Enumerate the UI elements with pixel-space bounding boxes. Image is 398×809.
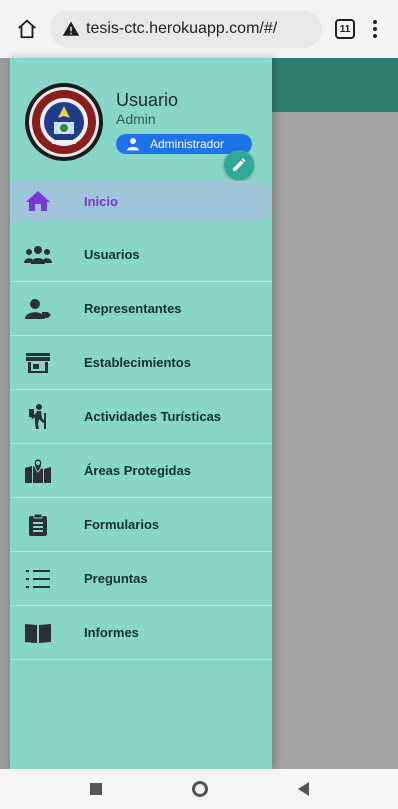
nav-label: Áreas Protegidas xyxy=(84,463,191,478)
recents-button[interactable] xyxy=(89,783,102,795)
person-icon xyxy=(127,138,139,151)
home-system-button[interactable] xyxy=(191,781,208,797)
more-menu-button[interactable] xyxy=(362,12,388,46)
nav-item-informes[interactable]: Informes xyxy=(10,606,272,660)
hiking-icon xyxy=(24,403,52,431)
url-text: tesis-ctc.herokuapp.com/#/ xyxy=(86,20,278,37)
back-button[interactable] xyxy=(297,782,309,796)
map-pin-icon xyxy=(24,457,52,485)
nav-item-establecimientos[interactable]: Establecimientos xyxy=(10,336,272,390)
role-badge-label: Administrador xyxy=(150,137,225,151)
home-button[interactable] xyxy=(10,12,44,46)
book-icon xyxy=(24,619,52,647)
nav-label: Actividades Turísticas xyxy=(84,409,222,424)
nav-item-inicio[interactable]: Inicio xyxy=(10,181,272,221)
nav-label: Representantes xyxy=(84,301,182,316)
dot-icon xyxy=(373,34,377,38)
nav-item-formularios[interactable]: Formularios xyxy=(10,498,272,552)
app-area: Usuario Admin Administrador Inicio Usuar… xyxy=(0,58,398,769)
pencil-icon xyxy=(233,158,246,171)
nav-item-areas-protegidas[interactable]: Áreas Protegidas xyxy=(10,444,272,498)
navigation-drawer: Usuario Admin Administrador Inicio Usuar… xyxy=(10,58,272,769)
tab-count: 11 xyxy=(335,19,355,39)
user-name: Usuario xyxy=(116,90,179,110)
list-icon xyxy=(24,565,52,593)
address-bar[interactable]: tesis-ctc.herokuapp.com/#/ xyxy=(50,10,322,48)
nav-item-actividades-turisticas[interactable]: Actividades Turísticas xyxy=(10,390,272,444)
nav-menu: Inicio Usuarios Representantes Estableci… xyxy=(10,174,272,660)
profile-header: Usuario Admin Administrador xyxy=(10,58,272,180)
nav-label: Usuarios xyxy=(84,247,140,262)
dot-icon xyxy=(373,27,377,31)
nav-label: Formularios xyxy=(84,517,160,532)
home-outline-icon xyxy=(18,19,36,39)
nav-item-representantes[interactable]: Representantes xyxy=(10,282,272,336)
tab-switcher-button[interactable]: 11 xyxy=(328,12,362,46)
nav-label: Informes xyxy=(84,625,139,640)
app-topbar xyxy=(262,58,398,112)
content-overlay[interactable] xyxy=(262,112,398,769)
nav-label: Preguntas xyxy=(84,571,148,586)
user-role: Admin xyxy=(116,111,156,127)
browser-toolbar: tesis-ctc.herokuapp.com/#/ 11 xyxy=(0,0,398,58)
nav-label: Establecimientos xyxy=(84,355,191,370)
representative-icon xyxy=(24,295,52,323)
nav-item-usuarios[interactable]: Usuarios xyxy=(10,228,272,282)
university-seal-logo xyxy=(25,83,103,161)
nav-item-preguntas[interactable]: Preguntas xyxy=(10,552,272,606)
nav-label: Inicio xyxy=(84,193,118,209)
system-navigation-bar xyxy=(0,769,398,809)
clipboard-icon xyxy=(24,511,52,539)
home-icon xyxy=(24,187,52,215)
warning-icon xyxy=(62,21,80,36)
dot-icon xyxy=(373,20,377,24)
store-icon xyxy=(24,349,52,377)
users-icon xyxy=(24,241,52,269)
